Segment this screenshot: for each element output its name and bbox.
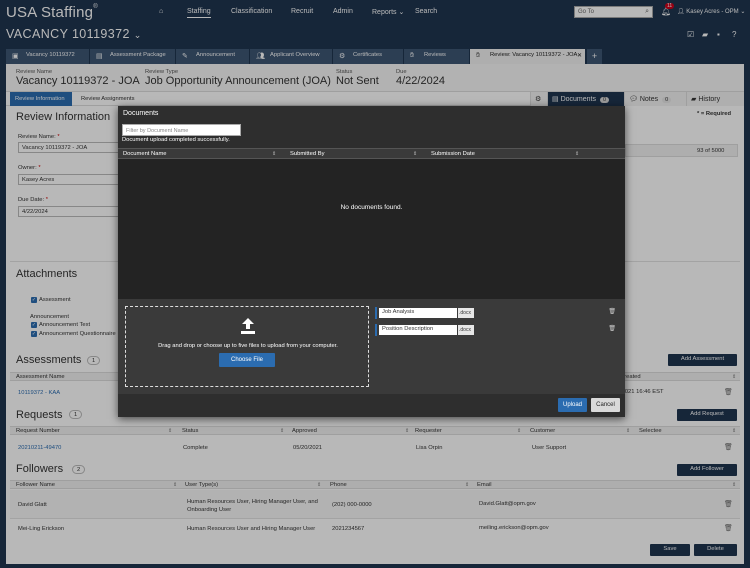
documents-modal: Documents Filter by Document Name Docume… [118,106,625,417]
documents-table-header: Document Name ⇕ Submitted By ⇕ Submissio… [118,148,625,159]
cancel-button[interactable]: Cancel [591,398,620,412]
app-root: USA Staffing® ⌂ Staffing Classification … [0,0,750,568]
sort-icon[interactable]: ⇕ [575,151,579,157]
empty-state-text: No documents found. [340,204,403,211]
upload-button[interactable]: Upload [558,398,587,412]
file-drop-zone[interactable]: Drag and drop or choose up to five files… [125,306,369,387]
file-row: Position Description .docx 🗑︎ [375,324,618,336]
modal-title: Documents [123,110,159,117]
documents-list [118,159,625,299]
col-submitted-by[interactable]: Submitted By [290,151,324,157]
choose-file-button[interactable]: Choose File [219,353,275,367]
upload-icon [126,317,370,340]
file-extension: .docx [458,308,474,318]
upload-area: Drag and drop or choose up to five files… [118,299,625,394]
document-filter-input[interactable]: Filter by Document Name [122,124,241,136]
trash-icon[interactable]: 🗑︎ [608,325,616,332]
file-name-input[interactable]: Job Analysis [379,308,457,318]
sort-icon[interactable]: ⇕ [272,151,276,157]
sort-icon[interactable]: ⇕ [413,151,417,157]
upload-success-message: Document upload completed successfully. [122,137,230,143]
drop-instructions: Drag and drop or choose up to five files… [158,343,338,349]
trash-icon[interactable]: 🗑︎ [608,308,616,315]
modal-footer: Upload Cancel [118,394,625,417]
col-submission-date[interactable]: Submission Date [431,151,475,157]
file-name-input[interactable]: Position Description [379,325,457,335]
file-row: Job Analysis .docx 🗑︎ [375,307,618,319]
col-document-name[interactable]: Document Name [123,151,167,157]
file-extension: .docx [458,325,474,335]
